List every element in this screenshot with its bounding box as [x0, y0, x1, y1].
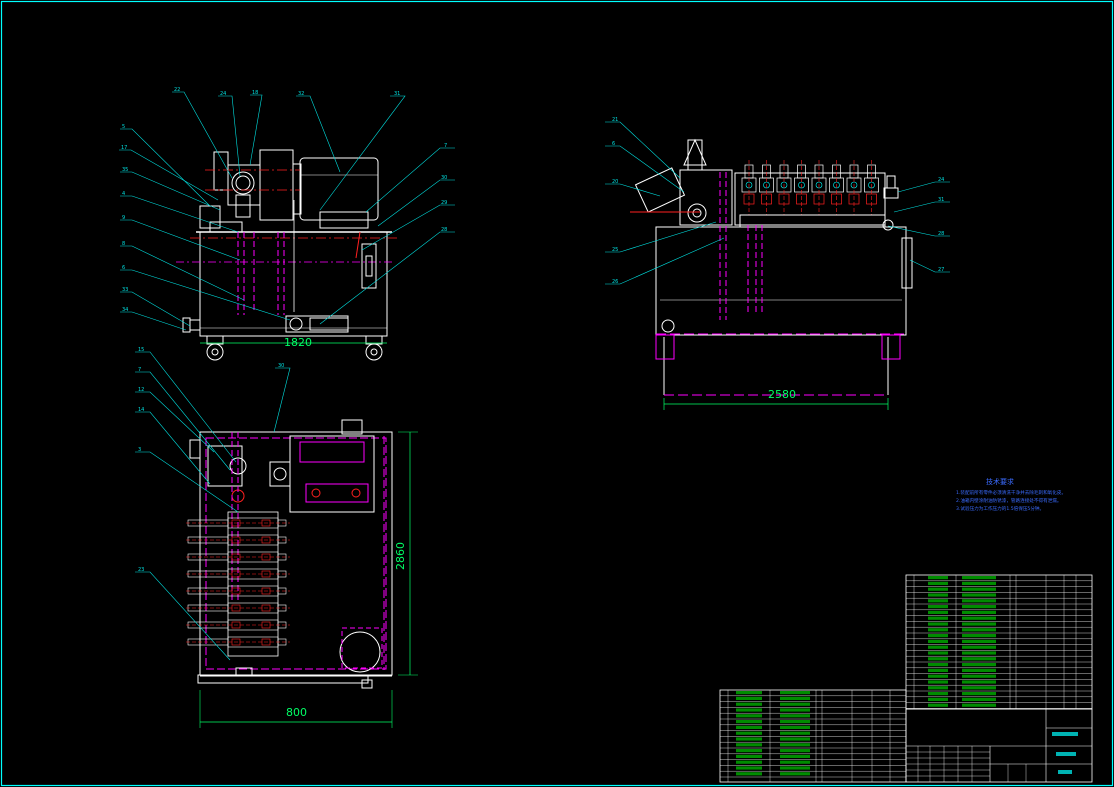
tank-front [199, 231, 388, 337]
wheel-right [365, 343, 383, 361]
dim-side-width: 2580 [768, 388, 796, 401]
technical-notes: 技术要求 1.装配前所有零件必须清洗干净并去除毛刺和氧化皮。 2.油箱内壁涂耐油… [956, 477, 1066, 512]
balloon: 21 [612, 117, 618, 123]
side-view: 2580 21 6 20 25 26 24 31 28 27 [605, 117, 950, 410]
balloon: 33 [122, 287, 128, 293]
balloon: 14 [138, 407, 144, 413]
front-view: 1820 22 24 18 32 31 5 17 35 4 9 8 6 33 3… [119, 87, 455, 361]
notes-line: 1.装配前所有零件必须清洗干净并去除毛刺和氧化皮。 [956, 489, 1066, 496]
balloon: 8 [122, 241, 125, 247]
motor-top [289, 435, 375, 513]
drawing-sheet: 1820 22 24 18 32 31 5 17 35 4 9 8 6 33 3… [0, 0, 1114, 787]
balloon: 18 [252, 90, 258, 96]
dim-front-width: 1820 [284, 336, 312, 349]
balloon: 17 [121, 145, 127, 151]
balloon: 31 [938, 197, 944, 203]
title-block [719, 574, 1093, 783]
balloon: 3 [138, 447, 141, 453]
balloon: 9 [122, 215, 125, 221]
balloon: 22 [174, 87, 180, 93]
motor-front [299, 157, 379, 221]
balloon: 32 [298, 91, 304, 97]
balloon: 27 [938, 267, 944, 273]
balloon: 28 [441, 227, 447, 233]
dim-top-height: 2860 [394, 542, 407, 570]
balloon: 26 [612, 279, 618, 285]
balloon: 12 [138, 387, 144, 393]
wheel-left [206, 343, 224, 361]
balloon: 28 [938, 231, 944, 237]
notes-title: 技术要求 [986, 477, 1014, 486]
top-view: 800 2860 15 7 12 14 3 30 23 [135, 347, 418, 728]
balloon: 29 [441, 200, 447, 206]
balloon: 6 [122, 265, 125, 271]
balloon: 30 [441, 175, 447, 181]
balloon: 30 [278, 363, 284, 369]
balloon: 5 [122, 124, 125, 130]
balloon: 20 [612, 179, 618, 185]
tank-side [655, 226, 907, 336]
pressure-gauge [231, 171, 255, 195]
valve-manifold [734, 172, 886, 226]
notes-line: 2.油箱内壁涂耐油防锈漆，管路连接处不得有泄漏。 [956, 497, 1061, 504]
balloon: 31 [394, 91, 400, 97]
access-cover [339, 631, 381, 673]
notes-line: 3.试验压力为工作压力的1.5倍保压5分钟。 [956, 505, 1044, 512]
balloon: 7 [444, 143, 447, 149]
balloon: 15 [138, 347, 144, 353]
dim-top-width: 800 [286, 706, 307, 719]
balloon: 23 [138, 567, 144, 573]
balloon: 34 [122, 307, 128, 313]
balloon: 24 [938, 177, 944, 183]
balloon: 7 [138, 367, 141, 373]
balloon: 25 [612, 247, 618, 253]
balloon: 6 [612, 141, 615, 147]
balloon: 35 [122, 167, 128, 173]
balloon: 24 [220, 91, 226, 97]
balloon: 4 [122, 191, 125, 197]
